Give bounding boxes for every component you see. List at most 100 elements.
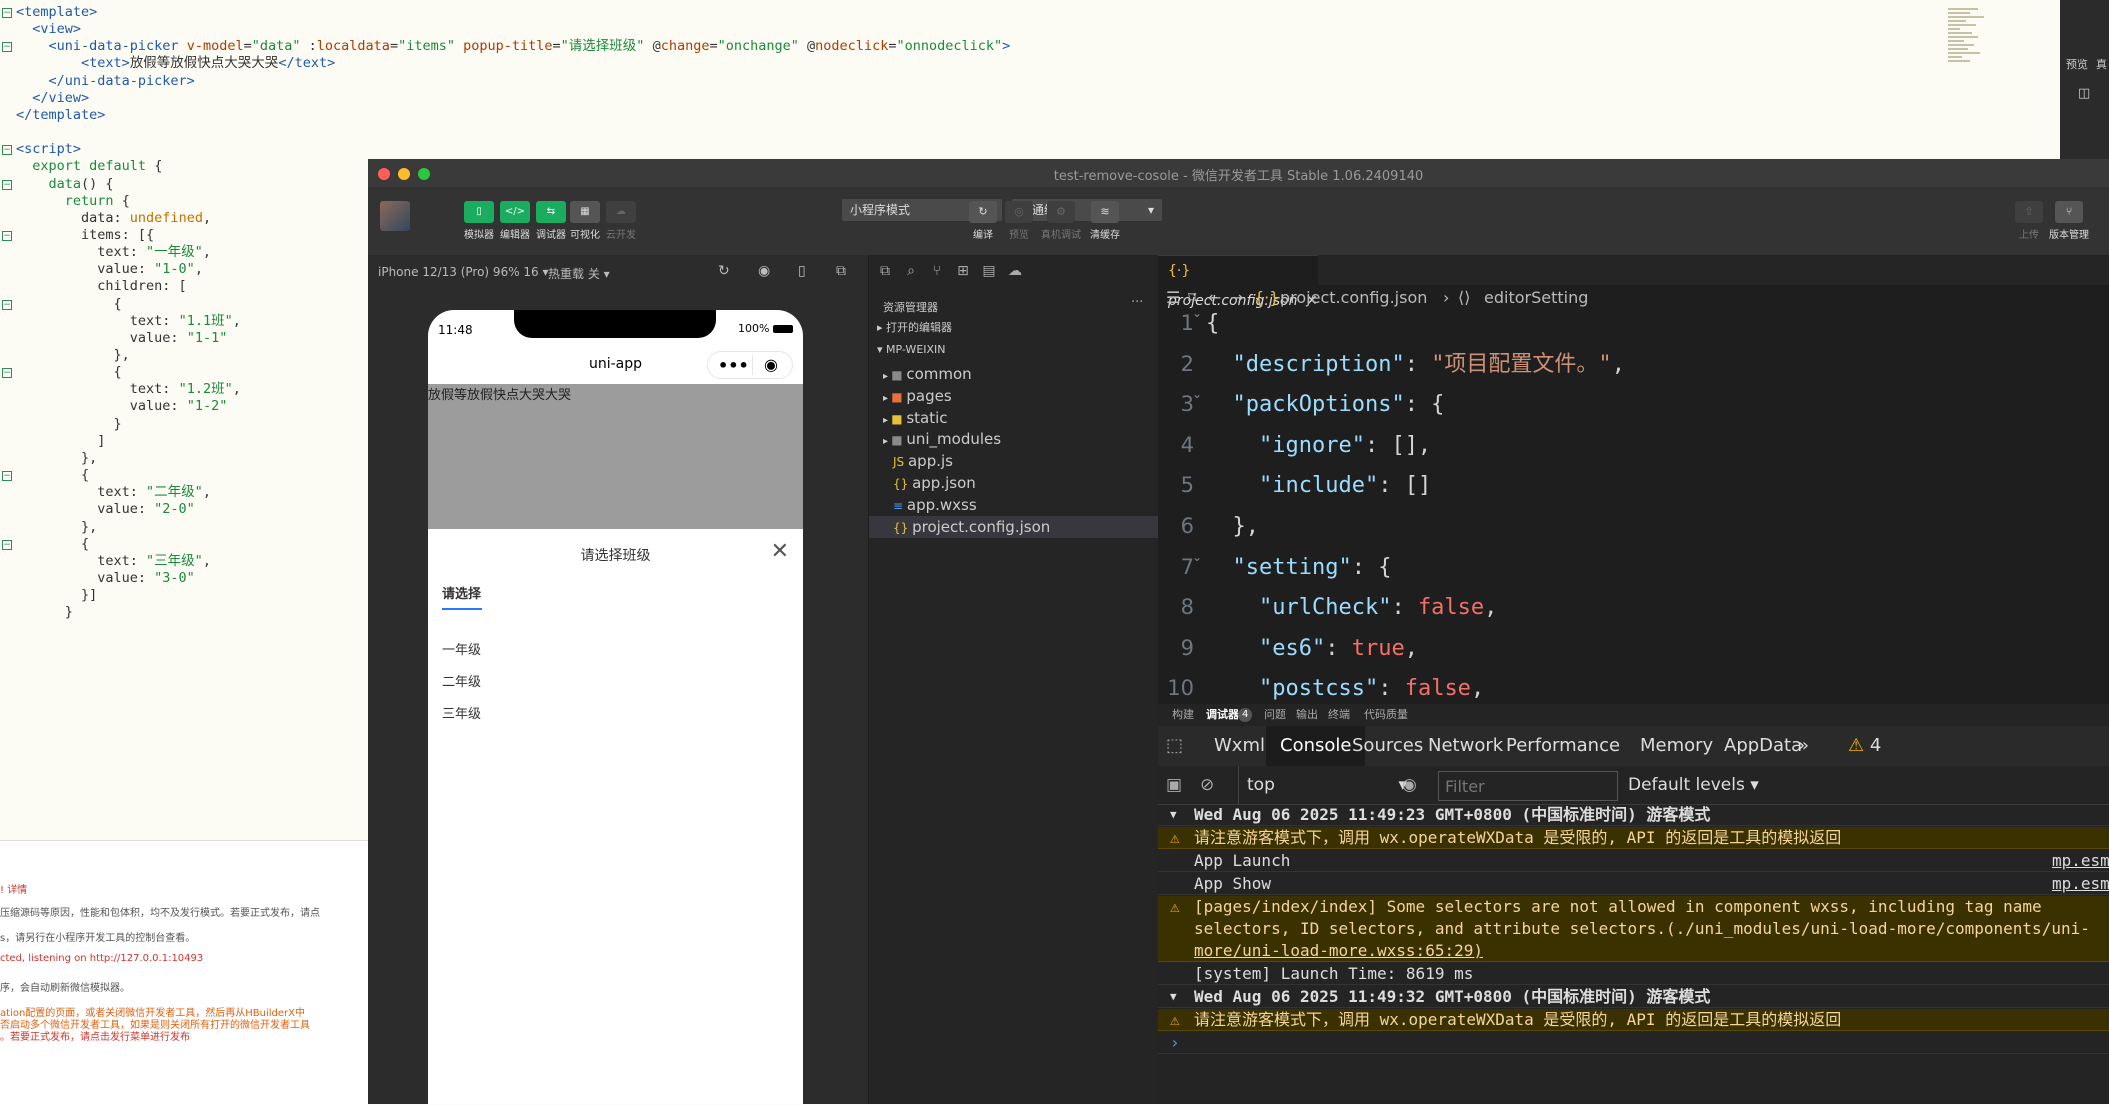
devtools-subtab-0[interactable]: 构建 xyxy=(1172,704,1194,726)
file-item-project-config-json[interactable]: {} project.config.json xyxy=(869,515,1159,538)
page-content[interactable]: 放假等放假快点大哭大哭 xyxy=(428,384,803,529)
devtools-subtab-3[interactable]: 输出 xyxy=(1296,704,1318,726)
code-line[interactable]: </template> xyxy=(16,107,105,124)
code-line[interactable]: }, xyxy=(16,450,97,467)
fold-chevron-icon[interactable]: ⌄ xyxy=(1192,374,1202,415)
fold-icon[interactable]: − xyxy=(2,299,12,310)
code-line[interactable]: text: "一年级", xyxy=(16,244,211,261)
code-line[interactable]: export default { xyxy=(16,158,162,175)
console-filter-input[interactable] xyxy=(1438,771,1618,801)
code-line[interactable]: data: undefined, xyxy=(16,210,211,227)
fold-icon[interactable]: − xyxy=(2,179,12,190)
context-select[interactable]: top ▾ xyxy=(1238,766,1407,804)
code-line[interactable]: ] xyxy=(16,433,105,450)
files-icon[interactable]: ⧉ xyxy=(877,263,893,279)
devtools-subtab-5[interactable]: 代码质量 xyxy=(1364,704,1408,726)
file-item-app-json[interactable]: {} app.json xyxy=(869,472,1159,494)
file-item-app-wxss[interactable]: ≡ app.wxss xyxy=(869,494,1159,516)
devtools-subtab-4[interactable]: 终端 xyxy=(1328,704,1350,726)
devtools-subtab-2[interactable]: 问题 xyxy=(1264,704,1286,726)
device-select[interactable]: iPhone 12/13 (Pro) 96% 16 ▾ xyxy=(378,265,549,279)
code-line[interactable]: value: "1-0", xyxy=(16,261,203,278)
devtools-subtab-1[interactable]: 调试器 xyxy=(1206,704,1239,726)
code-line[interactable]: }, xyxy=(16,347,130,364)
fold-icon[interactable]: − xyxy=(2,471,12,482)
more-tabs-icon[interactable]: » xyxy=(1798,726,1809,766)
more-icon[interactable]: ··· xyxy=(1131,295,1143,310)
cloud-icon[interactable]: ☁ xyxy=(1007,263,1023,279)
fold-icon[interactable]: − xyxy=(2,145,12,156)
record-icon[interactable]: ◉ xyxy=(758,263,770,279)
fold-icon[interactable]: − xyxy=(2,368,12,379)
tab-project-config[interactable]: {·} project.config.json ✕ xyxy=(1158,255,1318,309)
panel-icon[interactable]: ▤ xyxy=(981,263,997,279)
fold-icon[interactable]: − xyxy=(2,42,12,53)
console-entry[interactable]: App Launch mp.esm.j xyxy=(1158,850,2109,872)
eye-icon[interactable]: ◉ xyxy=(1402,766,1417,804)
console-entry[interactable]: › xyxy=(1158,1032,2109,1054)
code-line[interactable]: children: [ xyxy=(16,278,186,295)
fold-chevron-icon[interactable]: ⌄ xyxy=(1192,537,1202,578)
rotate-icon[interactable]: ↻ xyxy=(718,263,730,279)
code-line[interactable]: }, xyxy=(16,519,97,536)
editor-line[interactable]: 10 "postcss": false, xyxy=(1158,668,2109,704)
code-line[interactable]: { xyxy=(16,364,122,381)
editor-line[interactable]: 4 "ignore": [], xyxy=(1158,425,2109,466)
code-line[interactable]: data() { xyxy=(16,176,114,193)
clear-console-icon[interactable]: ⊘ xyxy=(1200,766,1214,804)
fold-chevron-icon[interactable]: ⌄ xyxy=(1192,311,1202,334)
code-line[interactable]: text: "三年级", xyxy=(16,553,211,570)
editor-line[interactable]: 2 "description": "项目配置文件。", xyxy=(1158,344,2109,385)
editor-line[interactable]: 8 "urlCheck": false, xyxy=(1158,587,2109,628)
code-line[interactable]: text: "1.2班", xyxy=(16,381,241,398)
file-item-static[interactable]: ▸ ■ static xyxy=(869,407,1159,429)
code-line[interactable]: text: "1.1班", xyxy=(16,313,241,330)
editor-line[interactable]: 6 }, xyxy=(1158,506,2109,547)
log-levels-select[interactable]: Default levels ▾ xyxy=(1628,766,1759,804)
list-icon[interactable]: ☰ xyxy=(1166,285,1180,311)
code-editor[interactable]: {·} project.config.json ✕ ☰ ⌑ ← → {·} pr… xyxy=(1158,255,2109,704)
code-line[interactable]: </view> xyxy=(16,90,89,107)
window-icon[interactable]: ⧉ xyxy=(836,263,846,279)
code-line[interactable]: value: "2-0" xyxy=(16,501,195,518)
file-item-app-js[interactable]: JS app.js xyxy=(869,450,1159,472)
code-line[interactable]: value: "1-2" xyxy=(16,398,228,415)
project-section[interactable]: ▾ MP-WEIXIN xyxy=(869,339,1159,361)
code-line[interactable]: return { xyxy=(16,193,130,210)
toolbar-eye-button[interactable]: ◎ 预览 xyxy=(998,201,1040,241)
toolbar-layers-button[interactable]: ≋ 清缓存 xyxy=(1084,201,1126,241)
code-line[interactable]: <uni-data-picker v-model="data" :localda… xyxy=(16,38,1011,55)
console-entry[interactable]: ▼ Wed Aug 06 2025 11:49:32 GMT+0800 (中国标准… xyxy=(1158,986,2109,1008)
fold-icon[interactable]: − xyxy=(2,539,12,550)
editor-line[interactable]: 7 ⌄ "setting": { xyxy=(1158,547,2109,588)
code-line[interactable]: <text>放假等放假快点大哭大哭</text> xyxy=(16,55,335,72)
git-icon[interactable]: ⑂ xyxy=(929,263,945,279)
forward-icon[interactable]: → xyxy=(1230,285,1243,311)
popup-tab-select[interactable]: 请选择 xyxy=(442,583,481,602)
tab-performance[interactable]: Performance xyxy=(1492,726,1634,766)
panel-icon[interactable]: ◫ xyxy=(2078,86,2090,101)
popup-item-grade-2[interactable]: 二年级 xyxy=(442,671,481,690)
picker-text[interactable]: 放假等放假快点大哭大哭 xyxy=(428,388,571,403)
hot-reload-toggle[interactable]: 热重载 关 ▾ xyxy=(548,265,610,282)
preview-label[interactable]: 预览 xyxy=(2066,56,2088,72)
source-link[interactable]: mp.esm.j xyxy=(2052,850,2109,871)
console-entry[interactable]: ⚠ [pages/index/index] Some selectors are … xyxy=(1158,896,2109,962)
fold-icon[interactable]: − xyxy=(2,8,12,18)
toolbar-branch-button[interactable]: ⑂ 版本管理 xyxy=(2048,201,2090,241)
editor-line[interactable]: 3 ⌄ "packOptions": { xyxy=(1158,384,2109,425)
phone-screen[interactable]: 11:48 100% uni-app ••• ◉ 放假等放假快点大哭大哭 请选择… xyxy=(428,310,803,1104)
code-line[interactable]: { xyxy=(16,536,89,553)
toolbar-cloud-button[interactable]: ☁ 云开发 xyxy=(600,201,642,241)
file-item-uni-modules[interactable]: ▸ ■ uni_modules xyxy=(869,428,1159,450)
back-icon[interactable]: ← xyxy=(1208,285,1221,311)
code-line[interactable]: } xyxy=(16,416,122,433)
code-line[interactable]: value: "1-1" xyxy=(16,330,228,347)
mini-program-capsule[interactable]: ••• ◉ xyxy=(707,351,793,379)
avatar[interactable] xyxy=(380,201,410,231)
real-label[interactable]: 真 xyxy=(2096,56,2107,72)
console-entry[interactable]: ⚠ 请注意游客模式下，调用 wx.operateWXData 是受限的, API … xyxy=(1158,1009,2109,1031)
source-link[interactable]: mp.esm.j xyxy=(2052,873,2109,894)
code-line[interactable]: { xyxy=(16,467,89,484)
code-line[interactable]: value: "3-0" xyxy=(16,570,195,587)
